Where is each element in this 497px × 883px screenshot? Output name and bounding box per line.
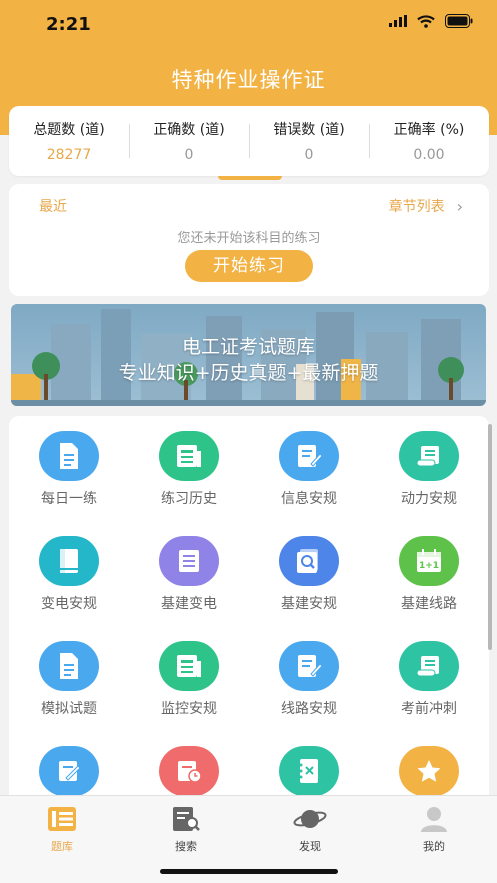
grid-item-substation-safety[interactable]: 变电安规 [9,521,129,626]
tab-label: 我的 [423,840,445,853]
grid-item-label: 动力安规 [401,491,457,507]
grid-item-label: 信息安规 [281,491,337,507]
page-title: 特种作业操作证 [171,68,326,92]
scroll-icon [399,641,459,691]
grid-item-label: 模拟试题 [41,701,97,717]
start-practice-button[interactable]: 开始练习 [185,250,313,282]
stat-value: 0 [304,147,314,163]
edit-document-icon [279,431,339,481]
grid-item-daily-practice[interactable]: 每日一练 [9,416,129,521]
planet-icon [293,804,327,834]
tab-search[interactable]: 搜索 [124,802,248,858]
scroll-icon [399,431,459,481]
grid-item-infra-safety[interactable]: 基建安规 [249,521,369,626]
tab-discover[interactable]: 发现 [248,802,372,858]
list-document-icon [159,641,219,691]
stats-tab-indicator [218,176,282,180]
status-bar: 2:21 [0,0,497,50]
grid-item-notes[interactable] [9,731,129,800]
list-document-icon [159,536,219,586]
chapter-list-link[interactable]: 章节列表 › [389,196,463,216]
status-time: 2:21 [46,14,91,35]
grid-item-label: 线路安规 [281,701,337,717]
grid-item-infra-line[interactable]: 1+1 基建线路 [369,521,489,626]
grid-item-infra-substation[interactable]: 基建变电 [129,521,249,626]
grid-item-favorites[interactable] [369,731,489,800]
list-document-icon [159,431,219,481]
recent-hint: 您还未开始该科目的练习 [177,231,321,246]
book-icon [39,536,99,586]
tab-question-bank[interactable]: 题库 [0,802,124,858]
document-icon [39,431,99,481]
grid-item-practice-history[interactable]: 练习历史 [129,416,249,521]
grid-item-label: 考前冲刺 [401,701,457,717]
status-icons [389,14,473,28]
grid-item-label: 基建线路 [401,596,457,612]
star-icon [399,746,459,796]
stat-label: 正确数 (道) [153,122,225,138]
clock-document-icon [159,746,219,796]
feature-grid: 每日一练 练习历史 信息安规 动力安规 变电安规 基建变电 基建安规 1+1 基… [9,416,489,800]
calendar-plus-icon: 1+1 [399,536,459,586]
svg-text:1+1: 1+1 [419,561,439,571]
grid-item-power-safety[interactable]: 动力安规 [369,416,489,521]
banner-title: 电工证考试题库 [181,336,315,358]
stat-accuracy: 正确率 (%) 0.00 [369,106,489,176]
promo-banner[interactable]: 电工证考试题库 专业知识+历史真题+最新押题 [11,304,486,406]
pencil-document-icon [39,746,99,796]
stat-label: 总题数 (道) [33,122,105,138]
grid-item-label: 每日一练 [41,491,97,507]
stats-card: 总题数 (道) 28277 正确数 (道) 0 错误数 (道) 0 正确率 (%… [9,106,489,176]
search-icon [169,804,203,834]
stat-value: 28277 [46,147,92,163]
tab-mine[interactable]: 我的 [372,802,496,858]
grid-item-label: 练习历史 [161,491,217,507]
edit-document-icon [279,641,339,691]
grid-item-label: 基建变电 [161,596,217,612]
grid-item-history-timer[interactable] [129,731,249,800]
stat-label: 错误数 (道) [273,122,345,138]
grid-item-pre-exam-sprint[interactable]: 考前冲刺 [369,626,489,731]
grid-item-label: 基建安规 [281,596,337,612]
stat-label: 正确率 (%) [393,122,465,138]
recent-card: 最近 章节列表 › 您还未开始该科目的练习 开始练习 [9,184,489,296]
user-icon [417,804,451,834]
battery-icon [445,14,473,28]
document-icon [39,641,99,691]
grid-item-label: 变电安规 [41,596,97,612]
wifi-icon [417,14,435,28]
question-bank-icon [45,804,79,834]
stat-total: 总题数 (道) 28277 [9,106,129,176]
tab-label: 搜索 [175,840,197,853]
grid-item-mock-exam[interactable]: 模拟试题 [9,626,129,731]
tab-label: 题库 [51,840,73,853]
grid-item-wrong-notebook[interactable] [249,731,369,800]
grid-item-label: 监控安规 [161,701,217,717]
stat-value: 0.00 [413,147,445,163]
banner-subtitle: 专业知识+历史真题+最新押题 [118,362,379,384]
stat-correct: 正确数 (道) 0 [129,106,249,176]
stat-wrong: 错误数 (道) 0 [249,106,369,176]
search-document-icon [279,536,339,586]
recent-label: 最近 [39,199,67,215]
chapter-list-label: 章节列表 [388,199,445,215]
home-indicator[interactable] [160,869,338,874]
scrollbar[interactable] [488,424,492,650]
cellular-signal-icon [389,15,407,27]
stat-value: 0 [184,147,194,163]
chevron-right-icon: › [456,196,463,216]
grid-item-line-safety[interactable]: 线路安规 [249,626,369,731]
notebook-x-icon [279,746,339,796]
grid-item-monitor-safety[interactable]: 监控安规 [129,626,249,731]
grid-item-info-safety[interactable]: 信息安规 [249,416,369,521]
tab-label: 发现 [299,840,321,853]
